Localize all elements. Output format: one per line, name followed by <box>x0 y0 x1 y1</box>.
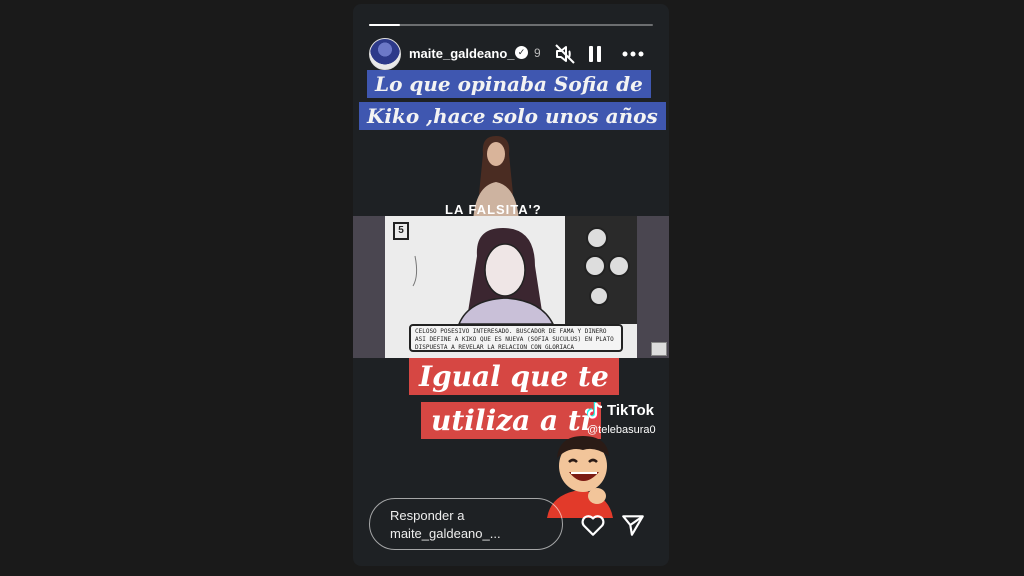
story-progress-fill <box>369 24 401 26</box>
corner-icon <box>651 342 667 356</box>
send-icon[interactable] <box>620 512 646 538</box>
tiktok-label: TikTok <box>607 402 654 419</box>
heart-icon[interactable] <box>580 512 606 538</box>
tiktok-icon <box>587 402 603 420</box>
tv-clip-image: 5 CELOSO POSESIVO INTERESADO. BUSCADOR D… <box>353 216 669 358</box>
pause-icon[interactable] <box>583 42 607 66</box>
avatar[interactable] <box>369 38 401 70</box>
clip-caption: CELOSO POSESIVO INTERESADO. BUSCADOR DE … <box>409 324 623 352</box>
red-banner-line1: Igual que te <box>409 358 619 395</box>
story-progress-bar <box>369 24 653 26</box>
tv-clip-frame: 5 CELOSO POSESIVO INTERESADO. BUSCADOR D… <box>385 216 637 358</box>
text-banner-line1: Lo que opinaba Sofia de <box>367 70 651 98</box>
verified-icon: ✓ <box>515 46 528 59</box>
story-header: maite_galdeano_ ✓ 9 <box>369 38 653 70</box>
channel-logo: 5 <box>393 222 409 240</box>
more-icon[interactable] <box>621 42 645 66</box>
falsita-text: LA FALSITA'? <box>445 202 542 217</box>
timestamp: 9 <box>534 46 540 60</box>
reply-input[interactable]: Responder a maite_galdeano_... <box>369 498 563 550</box>
username[interactable]: maite_galdeano_ <box>409 46 515 61</box>
mute-icon[interactable] <box>553 42 577 66</box>
story-viewer: maite_galdeano_ ✓ 9 Lo que opinaba Sofia… <box>353 4 669 566</box>
text-banner-line2: Kiko ,hace solo unos años <box>359 102 666 130</box>
